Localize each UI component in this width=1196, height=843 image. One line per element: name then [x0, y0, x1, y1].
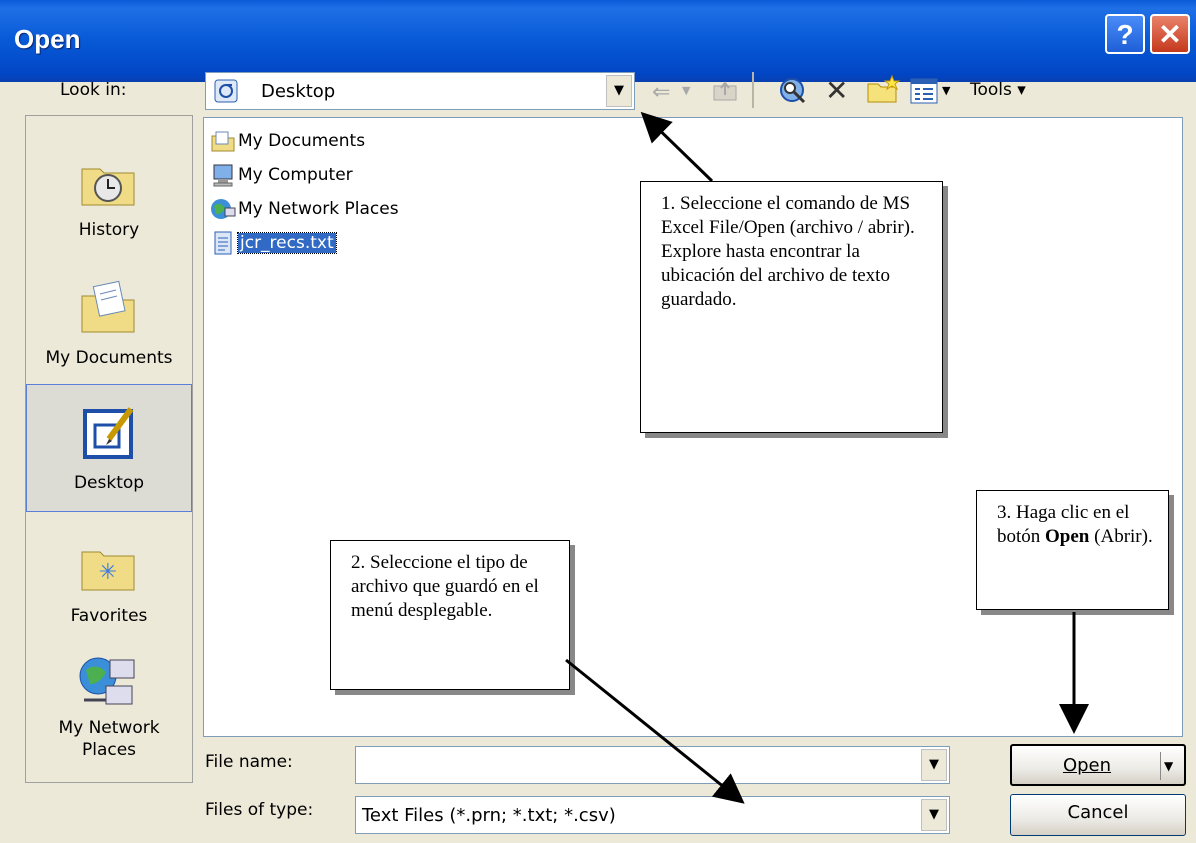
desktop-icon	[79, 403, 139, 463]
computer-icon	[210, 162, 236, 188]
network-icon	[210, 196, 236, 222]
open-button[interactable]: Open ▼	[1010, 744, 1186, 786]
place-my-documents[interactable]: My Documents	[26, 256, 192, 384]
desktop-small-icon	[214, 79, 238, 103]
back-arrow-icon[interactable]: ⇐	[652, 80, 670, 105]
delete-icon[interactable]: ✕	[825, 74, 848, 107]
svg-text:✳: ✳	[99, 560, 117, 585]
search-web-icon[interactable]	[778, 76, 808, 106]
favorites-folder-icon: ✳	[78, 536, 138, 596]
place-desktop[interactable]: Desktop	[26, 384, 192, 512]
file-name-label: File name:	[205, 752, 293, 772]
history-icon	[78, 151, 138, 211]
help-button[interactable]: ?	[1105, 14, 1145, 54]
look-in-dropdown-arrow[interactable]: ▼	[606, 75, 632, 107]
file-name-input[interactable]: ▼	[355, 746, 950, 784]
folder-icon	[210, 128, 236, 154]
my-documents-folder-icon	[78, 276, 138, 336]
place-history[interactable]: History	[26, 126, 192, 254]
title-bar[interactable]	[0, 0, 1196, 82]
places-bar: History My Documents Desktop ✳ Favorites…	[25, 115, 193, 783]
cancel-button[interactable]: Cancel	[1010, 794, 1186, 836]
files-of-type-select[interactable]: Text Files (*.prn; *.txt; *.csv) ▼	[355, 796, 950, 834]
new-folder-icon[interactable]	[866, 74, 902, 106]
look-in-label: Look in:	[60, 80, 127, 100]
look-in-combo[interactable]: Desktop ▼	[205, 72, 635, 110]
files-of-type-value: Text Files (*.prn; *.txt; *.csv)	[362, 805, 616, 826]
files-of-type-dropdown-arrow[interactable]: ▼	[921, 799, 947, 831]
place-my-network-places[interactable]: My Network Places	[26, 644, 192, 784]
list-item[interactable]: My Documents	[210, 128, 365, 158]
callout-step-3: 3. Haga clic en el botón Open (Abrir).	[976, 490, 1169, 610]
callout-step-1: 1. Seleccione el comando de MS Excel Fil…	[640, 181, 943, 433]
list-item[interactable]: jcr_recs.txt	[210, 230, 337, 260]
list-item[interactable]: My Computer	[210, 162, 353, 192]
window-title: Open	[14, 24, 81, 54]
files-of-type-label: Files of type:	[205, 800, 314, 820]
place-favorites[interactable]: ✳ Favorites	[26, 516, 192, 644]
toolbar-separator	[752, 72, 754, 108]
views-dropdown-icon[interactable]: ▼	[942, 84, 950, 97]
close-button[interactable]: ✕	[1150, 14, 1190, 54]
tools-menu[interactable]: Tools ▾	[970, 80, 1026, 100]
file-name-dropdown-arrow[interactable]: ▼	[921, 749, 947, 781]
network-places-icon	[76, 650, 140, 714]
open-split-divider	[1160, 752, 1161, 780]
text-file-icon	[210, 230, 236, 256]
look-in-value: Desktop	[261, 81, 336, 102]
back-dropdown-icon[interactable]: ▼	[682, 84, 690, 97]
views-icon[interactable]	[910, 78, 938, 104]
list-item[interactable]: My Network Places	[210, 196, 399, 226]
open-dropdown-arrow-icon[interactable]: ▼	[1164, 748, 1173, 784]
open-button-label: Open	[1062, 755, 1112, 776]
up-folder-icon[interactable]	[712, 80, 738, 102]
callout-step-2: 2. Seleccione el tipo de archivo que gua…	[330, 540, 570, 690]
